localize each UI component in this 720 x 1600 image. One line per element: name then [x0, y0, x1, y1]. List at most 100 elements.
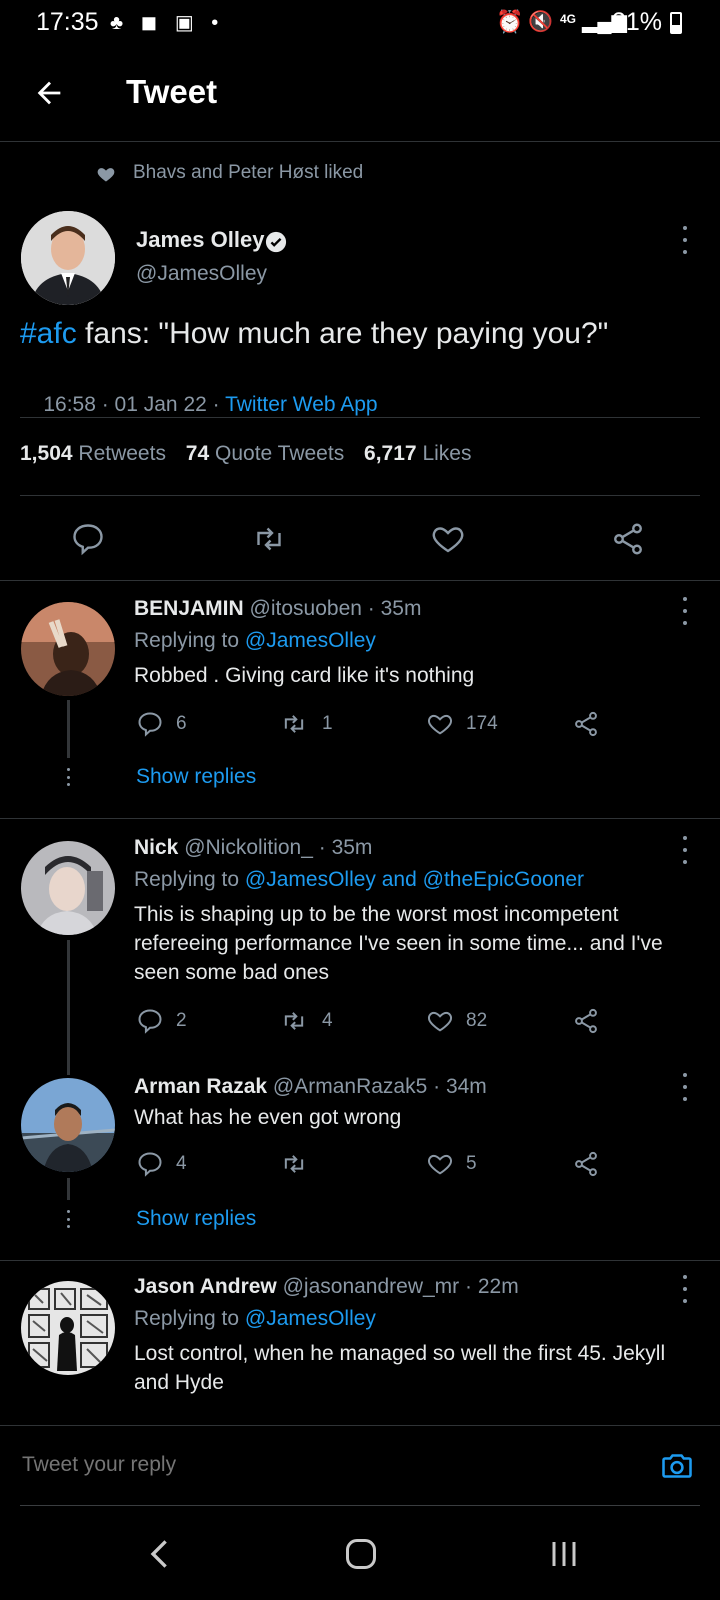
stats-top-divider — [20, 417, 700, 418]
tweet-text: #afc fans: "How much are they paying you… — [20, 317, 608, 351]
share-icon[interactable] — [572, 1150, 600, 1178]
page-title: Tweet — [126, 73, 218, 110]
thread-line — [67, 1178, 70, 1200]
share-icon[interactable] — [610, 521, 646, 557]
reply-text: This is shaping up to be the worst most … — [134, 903, 663, 984]
reply-author-name[interactable]: Jason Andrew — [134, 1275, 277, 1298]
reply-like-button[interactable]: 174 — [426, 710, 498, 738]
retweet-icon — [284, 1155, 304, 1173]
nav-recents-icon[interactable] — [548, 1538, 580, 1570]
retweets-label: Retweets — [78, 442, 166, 465]
back-arrow-icon[interactable] — [32, 76, 66, 110]
avatar[interactable] — [21, 211, 115, 305]
likes-label: Likes — [422, 442, 472, 465]
compose-bar — [0, 1425, 720, 1508]
like-count: 82 — [466, 1010, 488, 1031]
reply-retweet-button[interactable]: 4 — [278, 1007, 333, 1035]
retweets-count: 1,504 — [20, 442, 73, 465]
avatar[interactable] — [21, 1281, 115, 1375]
battery-icon — [670, 12, 682, 34]
reply-input[interactable] — [20, 1444, 624, 1486]
reply-author-name[interactable]: Nick — [134, 836, 178, 859]
social-context-text: Bhavs and Peter Høst liked — [133, 162, 364, 183]
reply-time: · 35m — [367, 597, 422, 620]
reply-icon — [138, 1009, 162, 1034]
author-name[interactable]: James Olley — [136, 227, 264, 253]
status-bar: 17:35 ♣ ◼ ▣ • ⏰ 🔇 4G ▂▄▆ 31% — [0, 0, 720, 46]
reply-author-name[interactable]: BENJAMIN — [134, 597, 244, 620]
reply-count: 6 — [176, 713, 187, 734]
retweet-icon[interactable] — [250, 521, 288, 557]
like-icon — [427, 714, 453, 735]
battery-level: 31% — [612, 8, 663, 36]
reply-time: · 34m — [433, 1075, 487, 1098]
network-type: 4G — [560, 12, 577, 26]
reply-text: What has he even got wrong — [134, 1106, 402, 1129]
more-options-icon[interactable] — [680, 1073, 690, 1101]
reply-like-button[interactable]: 82 — [426, 1007, 487, 1035]
avatar[interactable] — [21, 1078, 115, 1172]
more-options-icon[interactable] — [680, 836, 690, 864]
reply-reply-button[interactable]: 2 — [136, 1007, 187, 1035]
share-icon[interactable] — [572, 710, 600, 738]
reply-text: Lost control, when he managed so well th… — [134, 1342, 666, 1394]
retweet-icon — [284, 715, 304, 733]
reply-text: Robbed . Giving card like it's nothing — [134, 664, 475, 687]
author-handle[interactable]: @JamesOlley — [136, 262, 267, 286]
reply-reply-button[interactable]: 6 — [136, 710, 187, 738]
header-divider — [0, 141, 720, 142]
reply-icon[interactable] — [70, 521, 106, 557]
reply-count: 4 — [176, 1153, 187, 1174]
camera-icon[interactable] — [658, 1448, 696, 1484]
tweet-source-link[interactable]: Twitter Web App — [225, 393, 378, 416]
likes-count: 6,717 — [364, 442, 417, 465]
compose-underline — [20, 1505, 700, 1506]
reply-retweet-button[interactable] — [278, 1150, 322, 1178]
replying-to-link[interactable]: @JamesOlley — [245, 1307, 376, 1330]
tweet-text-body: fans: "How much are they paying you?" — [76, 317, 609, 350]
quotes-label: Quote Tweets — [215, 442, 345, 465]
more-options-icon[interactable] — [680, 226, 690, 254]
reply-icon — [138, 712, 162, 737]
reply-like-button[interactable]: 5 — [426, 1150, 477, 1178]
reply-author-handle[interactable]: @ArmanRazak5 — [273, 1075, 427, 1098]
alarm-icon: ⏰ — [496, 9, 524, 34]
reply-author-handle[interactable]: @jasonandrew_mr — [283, 1275, 460, 1298]
share-icon[interactable] — [572, 1007, 600, 1035]
nav-back-icon[interactable] — [146, 1536, 174, 1572]
avatar[interactable] — [21, 602, 115, 696]
stats-bottom-divider — [20, 495, 700, 496]
reply-count: 2 — [176, 1010, 187, 1031]
reply-reply-button[interactable]: 4 — [136, 1150, 187, 1178]
system-nav-bar — [0, 1510, 720, 1600]
retweet-count: 1 — [322, 713, 333, 734]
reply-retweet-button[interactable]: 1 — [278, 710, 333, 738]
replying-to-link[interactable]: @JamesOlley — [245, 629, 376, 652]
quotes-stat[interactable]: 74 Quote Tweets — [186, 442, 350, 465]
hashtag-link[interactable]: #afc — [20, 317, 77, 350]
retweet-icon — [284, 1012, 304, 1030]
replying-to-label: Replying to — [134, 868, 245, 891]
reply-author-handle[interactable]: @itosuoben — [250, 597, 362, 620]
tweet-stats: 1,504 Retweets 74 Quote Tweets 6,717 Lik… — [20, 442, 471, 466]
main-tweet-divider — [0, 580, 720, 581]
like-icon — [427, 1154, 453, 1175]
reply-divider — [0, 818, 720, 819]
show-replies-link[interactable]: Show replies — [136, 765, 256, 789]
like-icon[interactable] — [430, 521, 466, 557]
likes-stat[interactable]: 6,717 Likes — [364, 442, 471, 465]
more-options-icon[interactable] — [680, 597, 690, 625]
reply-author-handle[interactable]: @Nickolition_ — [184, 836, 313, 859]
verified-badge-icon — [265, 231, 287, 253]
show-replies-link[interactable]: Show replies — [136, 1207, 256, 1231]
reply-author-name[interactable]: Arman Razak — [134, 1075, 267, 1098]
status-time: 17:35 — [36, 8, 99, 36]
nav-home-icon[interactable] — [346, 1539, 376, 1569]
replying-to-link[interactable]: @JamesOlley and @theEpicGooner — [245, 868, 584, 891]
quotes-count: 74 — [185, 442, 210, 465]
more-options-icon[interactable] — [680, 1275, 690, 1303]
avatar[interactable] — [21, 841, 115, 935]
mute-icon: 🔇 — [528, 11, 553, 33]
retweets-stat[interactable]: 1,504 Retweets — [20, 442, 172, 465]
replying-to-label: Replying to — [134, 629, 245, 652]
